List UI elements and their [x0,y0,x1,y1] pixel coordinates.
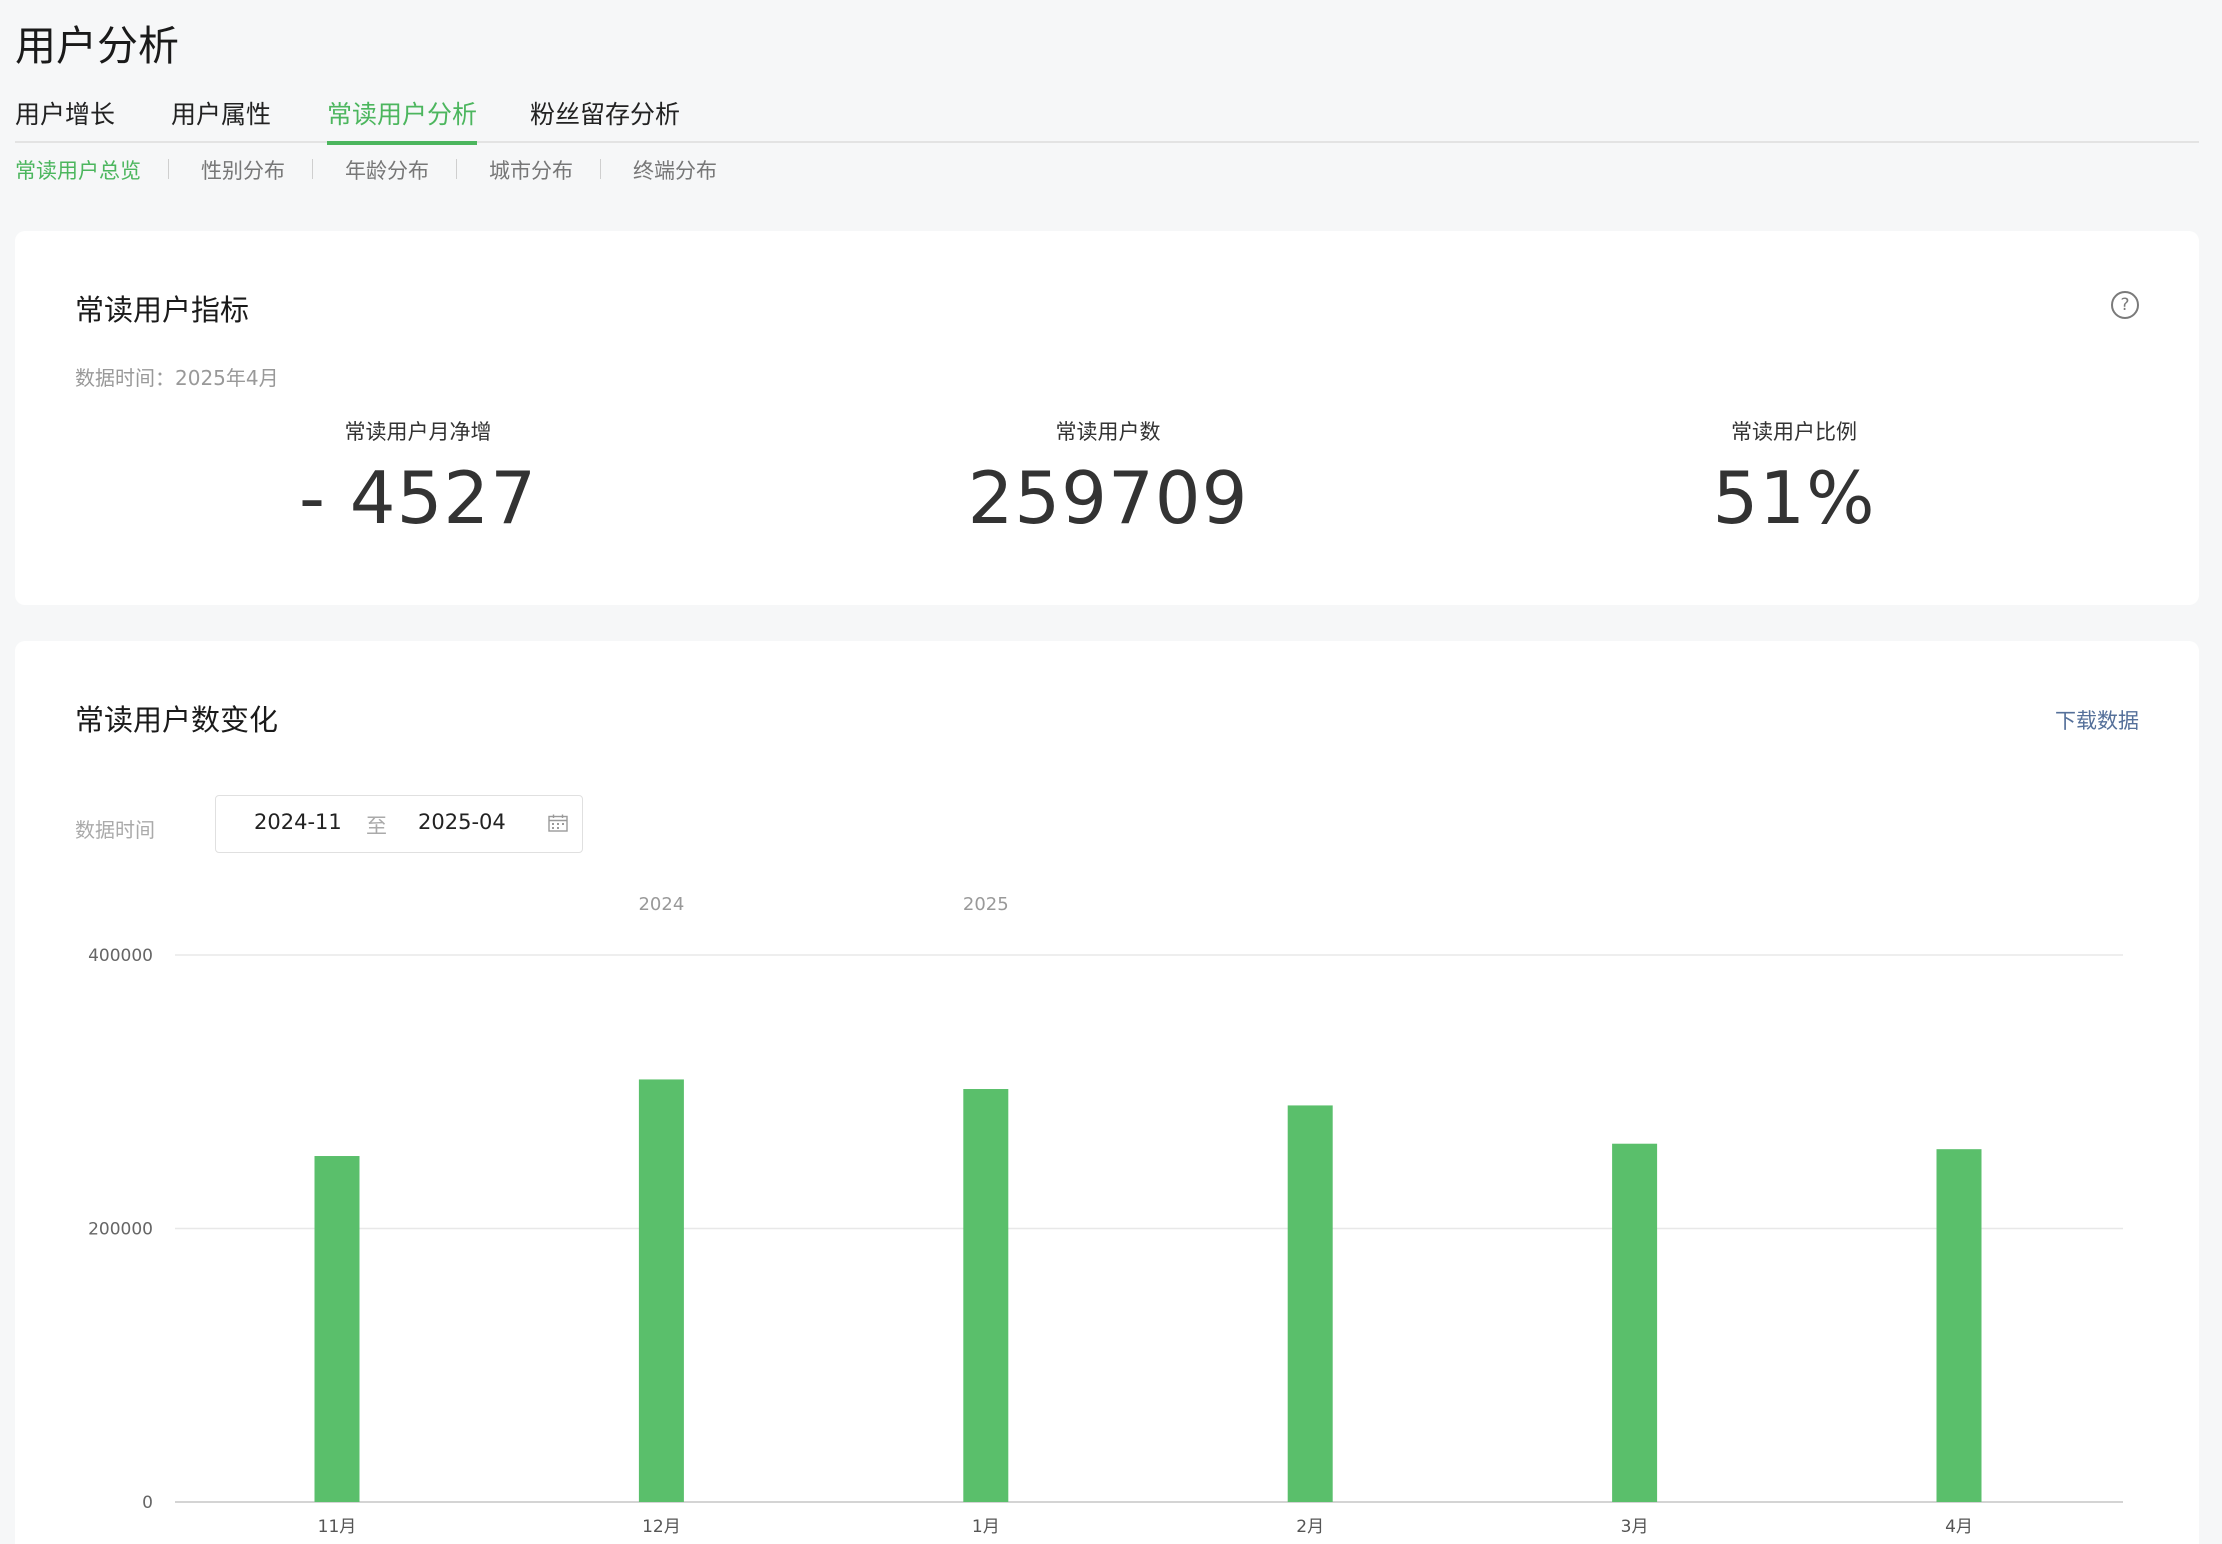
x-tick-label: 2月 [1296,1517,1324,1537]
main-tab-bar: 用户增长 用户属性 常读用户分析 粉丝留存分析 [15,95,2199,145]
x-tick-label: 11月 [318,1517,357,1537]
metrics-data-time: 数据时间：2025年4月 [75,366,279,390]
metric-label: 常读用户比例 [1731,420,1857,444]
subtab-divider [456,159,457,179]
metric-value: 259709 [967,456,1249,540]
subtab-divider [312,159,313,179]
metrics-card: 常读用户指标 ? 数据时间：2025年4月 常读用户月净增 - 4527 常读用… [15,231,2199,605]
trend-card: 常读用户数变化 下载数据 数据时间 2024-11 至 2025-04 4000… [15,641,2199,1544]
metric-label: 常读用户数 [1055,420,1161,444]
metric-value: 51% [1712,456,1876,540]
metric-label: 常读用户月净增 [344,420,492,444]
bar [963,1089,1009,1502]
frequent-readers-bar-chart: 400000 200000 0 11月 12月 1月 2月 3月 4月 2024 2025 [88,894,2123,1537]
metric-frequent-ratio: 常读用户比例 51% [1594,416,1994,540]
bar [1936,1149,1982,1502]
tab-fan-retention-analysis[interactable]: 粉丝留存分析 [530,95,680,145]
y-tick-label: 400000 [88,946,153,966]
subtab-gender[interactable]: 性别分布 [201,155,285,185]
bar [1287,1105,1333,1502]
bar [1612,1143,1658,1502]
tab-frequent-reader-analysis[interactable]: 常读用户分析 [327,95,478,145]
x-tick-label: 12月 [642,1517,681,1537]
subtab-age[interactable]: 年龄分布 [345,155,429,185]
subtab-device[interactable]: 终端分布 [633,155,717,185]
y-tick-label: 0 [142,1493,153,1513]
x-tick-label: 3月 [1621,1517,1649,1537]
bar [638,1079,684,1502]
bar [314,1156,360,1502]
subtab-overview[interactable]: 常读用户总览 [15,155,141,185]
metric-net-growth: 常读用户月净增 - 4527 [218,416,618,540]
x-tick-label: 1月 [972,1517,1000,1537]
metric-value: - 4527 [298,456,538,540]
year-label: 2025 [963,894,1009,915]
help-circle-icon[interactable]: ? [2111,291,2139,319]
year-label: 2024 [638,894,684,915]
tab-user-growth[interactable]: 用户增长 [15,95,115,145]
subtab-divider [600,159,601,179]
x-tick-label: 4月 [1945,1517,1973,1537]
subtab-city[interactable]: 城市分布 [489,155,573,185]
y-tick-label: 200000 [88,1220,153,1240]
metric-frequent-readers: 常读用户数 259709 [908,416,1308,540]
subtab-divider [168,159,169,179]
page-title: 用户分析 [15,22,179,70]
tab-user-attributes[interactable]: 用户属性 [171,95,271,145]
metrics-card-title: 常读用户指标 [75,293,250,327]
